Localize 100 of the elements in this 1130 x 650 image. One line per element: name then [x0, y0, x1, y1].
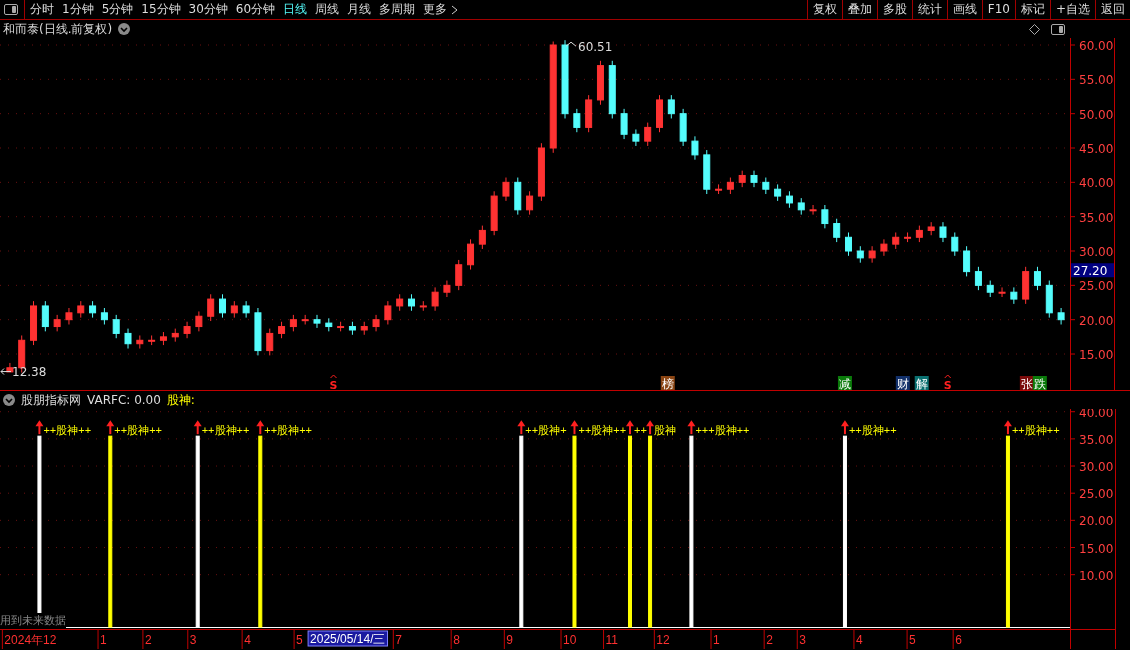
candlestick	[171, 328, 179, 343]
candlestick	[455, 259, 463, 291]
candlestick	[1033, 266, 1041, 291]
period-tab[interactable]: 日线	[283, 1, 308, 18]
period-tab[interactable]: 多周期	[379, 1, 416, 18]
period-tab[interactable]: 5分钟	[101, 1, 134, 18]
period-tab[interactable]: 月线	[347, 1, 372, 18]
candlestick	[691, 135, 699, 161]
low-price-label: 12.38	[0, 364, 47, 379]
toolbar-button[interactable]: +自选	[1049, 0, 1095, 19]
candlestick	[715, 183, 723, 195]
diamond-icon[interactable]	[1029, 23, 1040, 35]
date-label: 6	[955, 633, 962, 647]
candlestick	[408, 293, 415, 312]
candlestick	[6, 362, 14, 373]
period-tab[interactable]: 分时	[30, 1, 54, 18]
axis-label: 20.00	[1079, 313, 1114, 328]
panel-toggle-icon[interactable]	[4, 4, 18, 15]
candlestick	[159, 331, 167, 346]
candlestick	[656, 94, 663, 133]
candlestick	[514, 177, 522, 216]
candlestick	[254, 307, 262, 356]
axis-label: 30.00	[1079, 460, 1114, 475]
period-tab[interactable]: 30分钟	[188, 1, 228, 18]
candlestick	[1010, 286, 1018, 305]
candlestick	[797, 197, 805, 216]
arrow-up-icon	[106, 420, 115, 436]
date-label: 12	[656, 633, 670, 647]
arrow-up-icon	[840, 420, 849, 436]
candlestick	[289, 314, 297, 332]
period-tab[interactable]: 15分钟	[141, 1, 181, 18]
candlestick	[845, 231, 852, 257]
dropdown-icon[interactable]	[3, 394, 15, 406]
toolbar-button[interactable]: 多股	[876, 0, 912, 19]
candlestick	[963, 245, 971, 277]
date-label: 7	[395, 633, 402, 647]
toolbar-button[interactable]: 返回	[1095, 0, 1130, 19]
candlestick	[880, 238, 888, 257]
arrow-up-icon	[256, 420, 265, 436]
candlestick	[53, 314, 61, 332]
toolbar-button[interactable]: 统计	[911, 0, 947, 19]
toolbar-button[interactable]: F10	[981, 0, 1015, 19]
annotation: 60.51	[578, 40, 613, 55]
high-price-label: 60.51	[565, 40, 613, 55]
toolbar-button[interactable]: 叠加	[841, 0, 877, 19]
signal-label: ++股神+	[525, 424, 567, 437]
candlestick	[325, 317, 333, 332]
candlestick	[195, 310, 203, 332]
indicator-name: 股朋指标网	[21, 391, 81, 409]
date-label: 11	[605, 633, 618, 647]
candlestick	[785, 190, 793, 209]
axis-label: 35.00	[1079, 210, 1114, 225]
date-label: 1	[100, 633, 107, 647]
signal-label: ++股神++	[201, 424, 250, 437]
candlestick	[856, 245, 864, 264]
date-label: 8	[453, 633, 460, 647]
last-price-badge: 27.20	[1071, 263, 1114, 279]
event-tag: 解	[914, 376, 929, 390]
date-label: 3	[189, 633, 197, 647]
candlestick	[915, 225, 923, 243]
candlestick	[632, 128, 640, 147]
candlestick	[148, 335, 156, 346]
candlestick	[821, 204, 829, 229]
candlestick	[419, 300, 427, 312]
candlestick	[726, 177, 734, 195]
candlestick	[1057, 307, 1065, 325]
candlestick	[809, 204, 817, 216]
candlestick	[573, 108, 581, 133]
arrow-up-icon	[193, 420, 202, 436]
arrow-up-icon	[517, 420, 526, 436]
axis-label: 40.00	[1079, 176, 1114, 191]
candlestick	[337, 321, 345, 332]
dropdown-icon[interactable]	[118, 23, 131, 35]
candlestick	[526, 190, 534, 216]
date-cursor-label: 2025/05/14/三	[307, 630, 388, 647]
candlestick	[301, 314, 309, 325]
candlestick	[360, 321, 368, 336]
period-tab[interactable]: 60分钟	[235, 1, 276, 18]
toolbar-button[interactable]: 标记	[1014, 0, 1050, 19]
candlestick	[644, 122, 652, 147]
candlestick	[951, 231, 959, 257]
candlestick	[431, 286, 439, 312]
period-tab[interactable]: 更多	[423, 1, 459, 18]
arrow-up-icon	[646, 420, 655, 436]
candlestick	[1045, 280, 1053, 319]
candlestick	[585, 94, 593, 133]
toolbar-button[interactable]: 复权	[806, 0, 842, 19]
axis-label: 10.00	[1079, 568, 1114, 583]
chevron-right-icon[interactable]	[451, 4, 459, 15]
period-tab[interactable]: 周线	[315, 1, 340, 18]
panel-toggle-icon[interactable]	[1051, 23, 1065, 35]
candlestick	[750, 170, 758, 188]
candlestick	[41, 300, 49, 332]
candlestick	[230, 300, 238, 319]
period-tab[interactable]: 1分钟	[62, 1, 94, 18]
candlestick	[396, 293, 404, 312]
toolbar-button[interactable]: 画线	[946, 0, 982, 19]
axis-label: 20.00	[1079, 514, 1114, 529]
candlestick	[927, 221, 935, 236]
candlestick	[478, 225, 486, 250]
